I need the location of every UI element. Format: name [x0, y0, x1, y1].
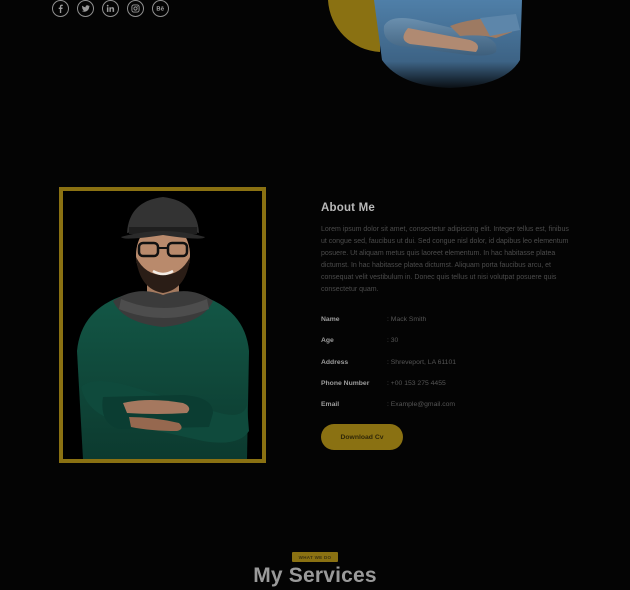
instagram-icon — [131, 4, 140, 13]
info-row-age: Age : 30 — [321, 330, 571, 351]
twitter-link[interactable] — [77, 0, 94, 17]
services-badge: WHAT WE DO — [292, 552, 338, 562]
info-value: : Example@gmail.com — [387, 401, 456, 409]
info-label: Phone Number — [321, 380, 370, 388]
about-paragraph: Lorem ipsum dolor sit amet, consectetur … — [321, 226, 569, 294]
instagram-link[interactable] — [127, 0, 144, 17]
profile-photo-frame — [59, 187, 266, 463]
profile-photo — [63, 191, 262, 459]
personal-info-list: Name : Mack Smith Age : 30 Address : Shr… — [321, 309, 571, 415]
info-value: : Mack Smith — [387, 316, 427, 324]
social-links — [52, 0, 169, 17]
info-label: Age — [321, 337, 334, 345]
about-title: About Me — [321, 202, 375, 214]
behance-icon — [156, 6, 164, 11]
hero-portrait-partial — [300, 0, 560, 100]
linkedin-icon — [106, 4, 115, 12]
info-row-email: Email : Example@gmail.com — [321, 394, 571, 415]
info-value: : 30 — [387, 337, 399, 345]
facebook-link[interactable] — [52, 0, 69, 17]
info-label: Name — [321, 316, 340, 324]
info-row-name: Name : Mack Smith — [321, 309, 571, 330]
info-row-address: Address : Shreveport, LA 61101 — [321, 352, 571, 373]
twitter-icon — [81, 5, 90, 12]
services-title: My Services — [253, 564, 377, 587]
download-cv-button[interactable]: Download Cv — [321, 424, 403, 450]
info-value: : Shreveport, LA 61101 — [387, 358, 457, 366]
hero-portrait-image — [328, 0, 522, 88]
info-label: Email — [321, 401, 340, 409]
info-row-phone: Phone Number : +00 153 275 4455 — [321, 373, 571, 394]
info-label: Address — [321, 358, 349, 366]
info-value: : +00 153 275 4455 — [387, 380, 446, 388]
linkedin-link[interactable] — [102, 0, 119, 17]
facebook-icon — [58, 4, 63, 13]
behance-link[interactable] — [152, 0, 169, 17]
